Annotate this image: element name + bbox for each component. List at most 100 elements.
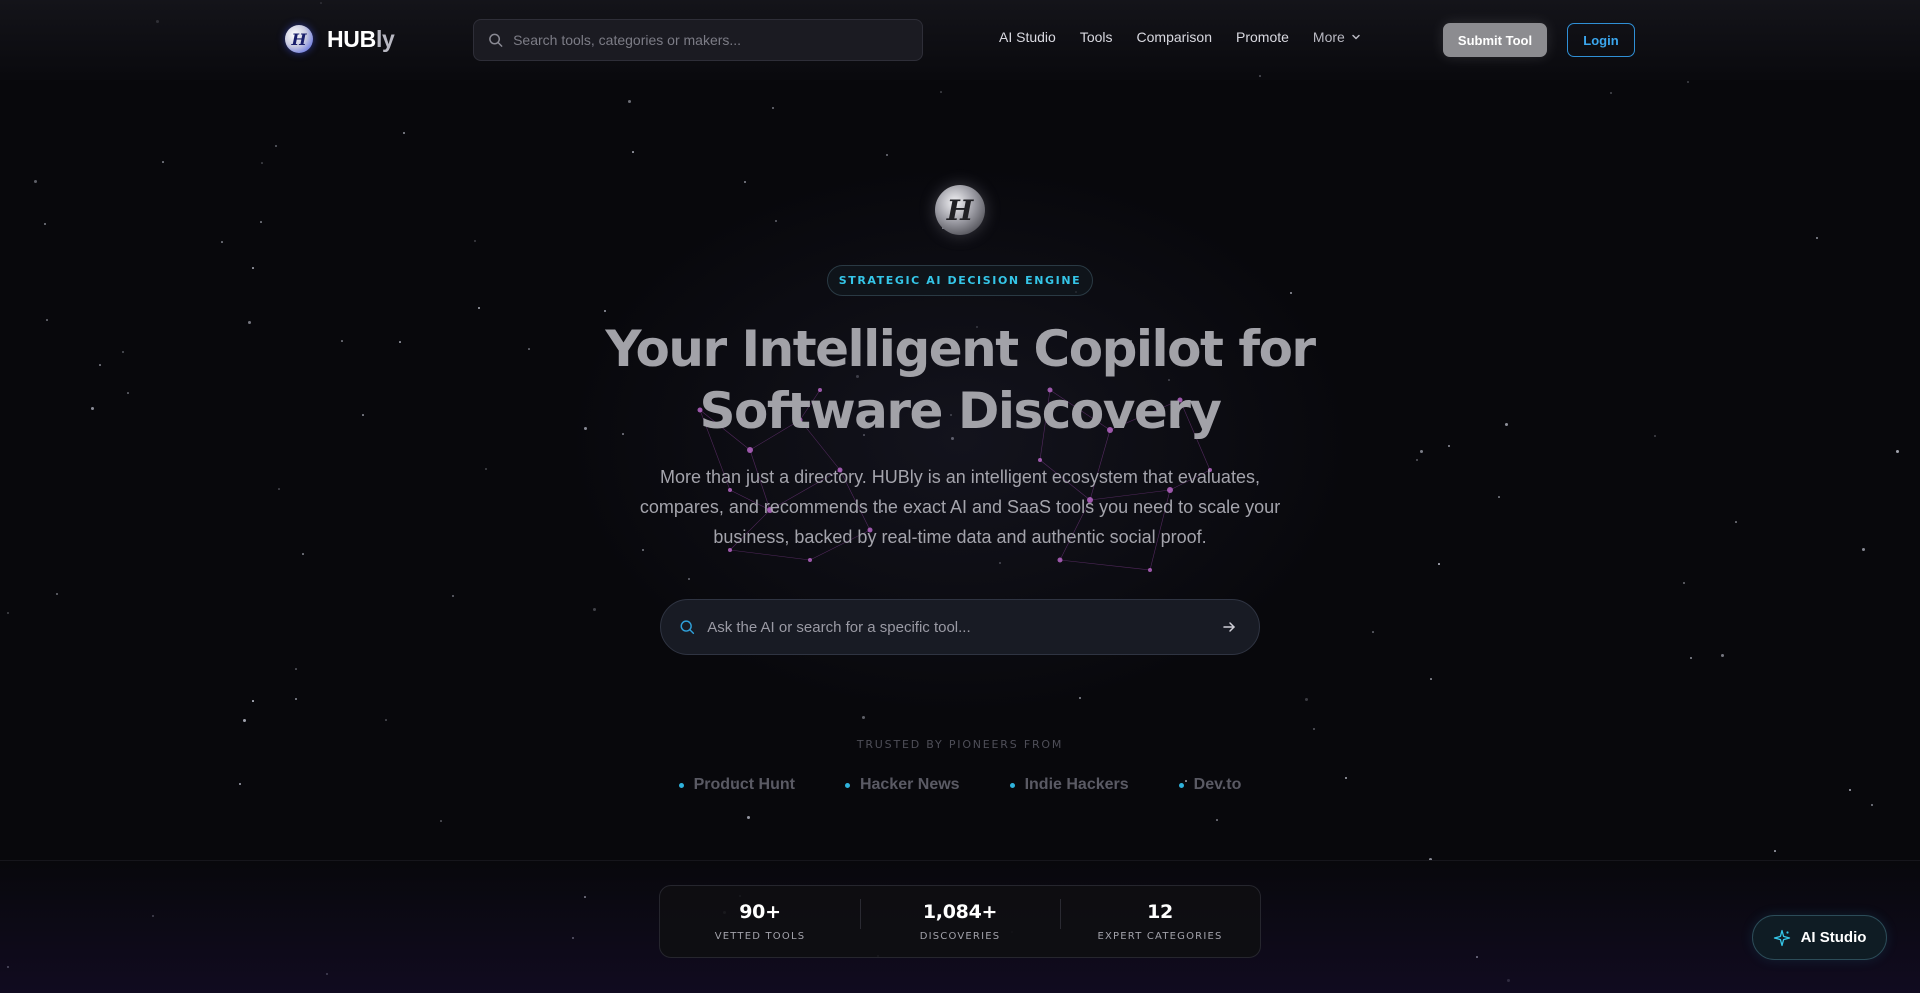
- stat-value: 1,084+: [922, 901, 998, 923]
- hero-search-submit-button[interactable]: [1221, 619, 1237, 635]
- sparkle-icon: [1773, 929, 1790, 946]
- login-button[interactable]: Login: [1567, 23, 1635, 57]
- hero-search-input[interactable]: [707, 618, 1209, 636]
- hero-search-box[interactable]: [660, 599, 1260, 655]
- star-dot: [1305, 698, 1308, 701]
- hero-title: Your Intelligent Copilot for Software Di…: [560, 318, 1360, 442]
- submit-tool-button[interactable]: Submit Tool: [1443, 23, 1547, 57]
- star-dot: [1498, 496, 1500, 498]
- search-icon: [489, 33, 503, 47]
- nav-more-dropdown[interactable]: More: [1313, 29, 1361, 45]
- star-dot: [403, 132, 405, 134]
- nav-search-input[interactable]: [513, 32, 922, 48]
- hubly-logo-icon: H: [285, 25, 313, 53]
- brand[interactable]: H HUBly: [285, 25, 395, 53]
- stats-panel: 90+ VETTED TOOLS 1,084+ DISCOVERIES 12 E…: [659, 885, 1261, 958]
- star-dot: [275, 145, 277, 147]
- nav-link-promote[interactable]: Promote: [1236, 29, 1289, 45]
- hero-title-line2: Software Discovery: [699, 382, 1222, 440]
- star-dot: [1683, 582, 1685, 584]
- trusted-label: TRUSTED BY PIONEERS FROM: [856, 738, 1064, 751]
- star-dot: [243, 719, 246, 722]
- star-dot: [46, 319, 48, 321]
- nav-links: AI Studio Tools Comparison Promote More: [999, 29, 1361, 45]
- star-dot: [1654, 435, 1656, 437]
- star-dot: [1871, 804, 1873, 806]
- star-dot: [584, 896, 586, 898]
- nav-link-ai-studio[interactable]: AI Studio: [999, 29, 1056, 45]
- ai-studio-floating-label: AI Studio: [1800, 929, 1867, 946]
- stat-expert-categories: 12 EXPERT CATEGORIES: [1060, 899, 1260, 942]
- star-dot: [302, 553, 304, 555]
- stat-value: 90+: [739, 901, 781, 923]
- star-dot: [1849, 789, 1851, 791]
- star-dot: [528, 348, 530, 350]
- star-dot: [999, 562, 1001, 564]
- star-dot: [1610, 92, 1612, 94]
- star-dot: [1372, 631, 1374, 633]
- star-dot: [1416, 459, 1418, 461]
- star-dot: [1079, 697, 1081, 699]
- star-dot: [1896, 450, 1899, 453]
- star-dot: [399, 341, 401, 343]
- trusted-item-label: Dev.to: [1193, 776, 1242, 793]
- star-dot: [295, 698, 297, 700]
- star-dot: [452, 595, 454, 597]
- star-dot: [632, 151, 634, 153]
- stat-value: 12: [1147, 901, 1173, 923]
- star-dot: [1505, 423, 1508, 426]
- star-dot: [91, 407, 94, 410]
- star-dot: [1438, 563, 1440, 565]
- star-dot: [1507, 979, 1510, 982]
- star-dot: [385, 719, 387, 721]
- star-dot: [474, 240, 476, 242]
- bullet-dot-icon: [678, 782, 684, 788]
- bullet-dot-icon: [1009, 782, 1015, 788]
- ai-studio-floating-button[interactable]: AI Studio: [1752, 915, 1887, 960]
- star-dot: [7, 612, 9, 614]
- stat-discoveries: 1,084+ DISCOVERIES: [860, 899, 1060, 942]
- star-dot: [1862, 548, 1865, 551]
- star-dot: [1420, 450, 1423, 453]
- star-dot: [688, 578, 690, 580]
- trusted-item-label: Product Hunt: [693, 776, 795, 793]
- star-dot: [593, 608, 596, 611]
- star-dot: [326, 973, 328, 975]
- brand-name-main: HUB: [327, 25, 376, 52]
- search-icon: [680, 620, 695, 635]
- star-dot: [56, 593, 58, 595]
- star-dot: [1687, 81, 1689, 83]
- bullet-dot-icon: [844, 782, 850, 788]
- star-dot: [99, 364, 101, 366]
- brand-name-suffix: ly: [375, 25, 395, 52]
- nav-link-tools[interactable]: Tools: [1080, 29, 1113, 45]
- star-dot: [295, 668, 297, 670]
- star-dot: [44, 223, 46, 225]
- section-divider: [0, 860, 1920, 861]
- hubly-logo-icon: H: [935, 185, 985, 235]
- nav-more-label: More: [1312, 29, 1345, 45]
- star-dot: [772, 107, 774, 109]
- nav-search-box[interactable]: [473, 19, 923, 61]
- stat-label: DISCOVERIES: [919, 931, 1001, 942]
- star-dot: [744, 181, 746, 183]
- star-dot: [248, 321, 251, 324]
- star-dot: [1313, 728, 1315, 730]
- star-dot: [34, 180, 37, 183]
- star-dot: [122, 351, 124, 353]
- star-dot: [440, 820, 442, 822]
- star-dot: [1816, 237, 1818, 239]
- star-dot: [127, 392, 129, 394]
- top-navbar: H HUBly AI Studio Tools Comparison Promo…: [0, 0, 1920, 80]
- chevron-down-icon: [1352, 34, 1360, 40]
- star-dot: [362, 414, 364, 416]
- star-dot: [747, 816, 750, 819]
- star-dot: [862, 716, 865, 719]
- nav-link-comparison[interactable]: Comparison: [1137, 29, 1212, 45]
- star-dot: [1476, 956, 1478, 958]
- star-dot: [1448, 445, 1450, 447]
- star-dot: [628, 100, 631, 103]
- star-dot: [239, 783, 241, 785]
- arrow-right-icon: [1223, 622, 1235, 632]
- star-dot: [478, 307, 480, 309]
